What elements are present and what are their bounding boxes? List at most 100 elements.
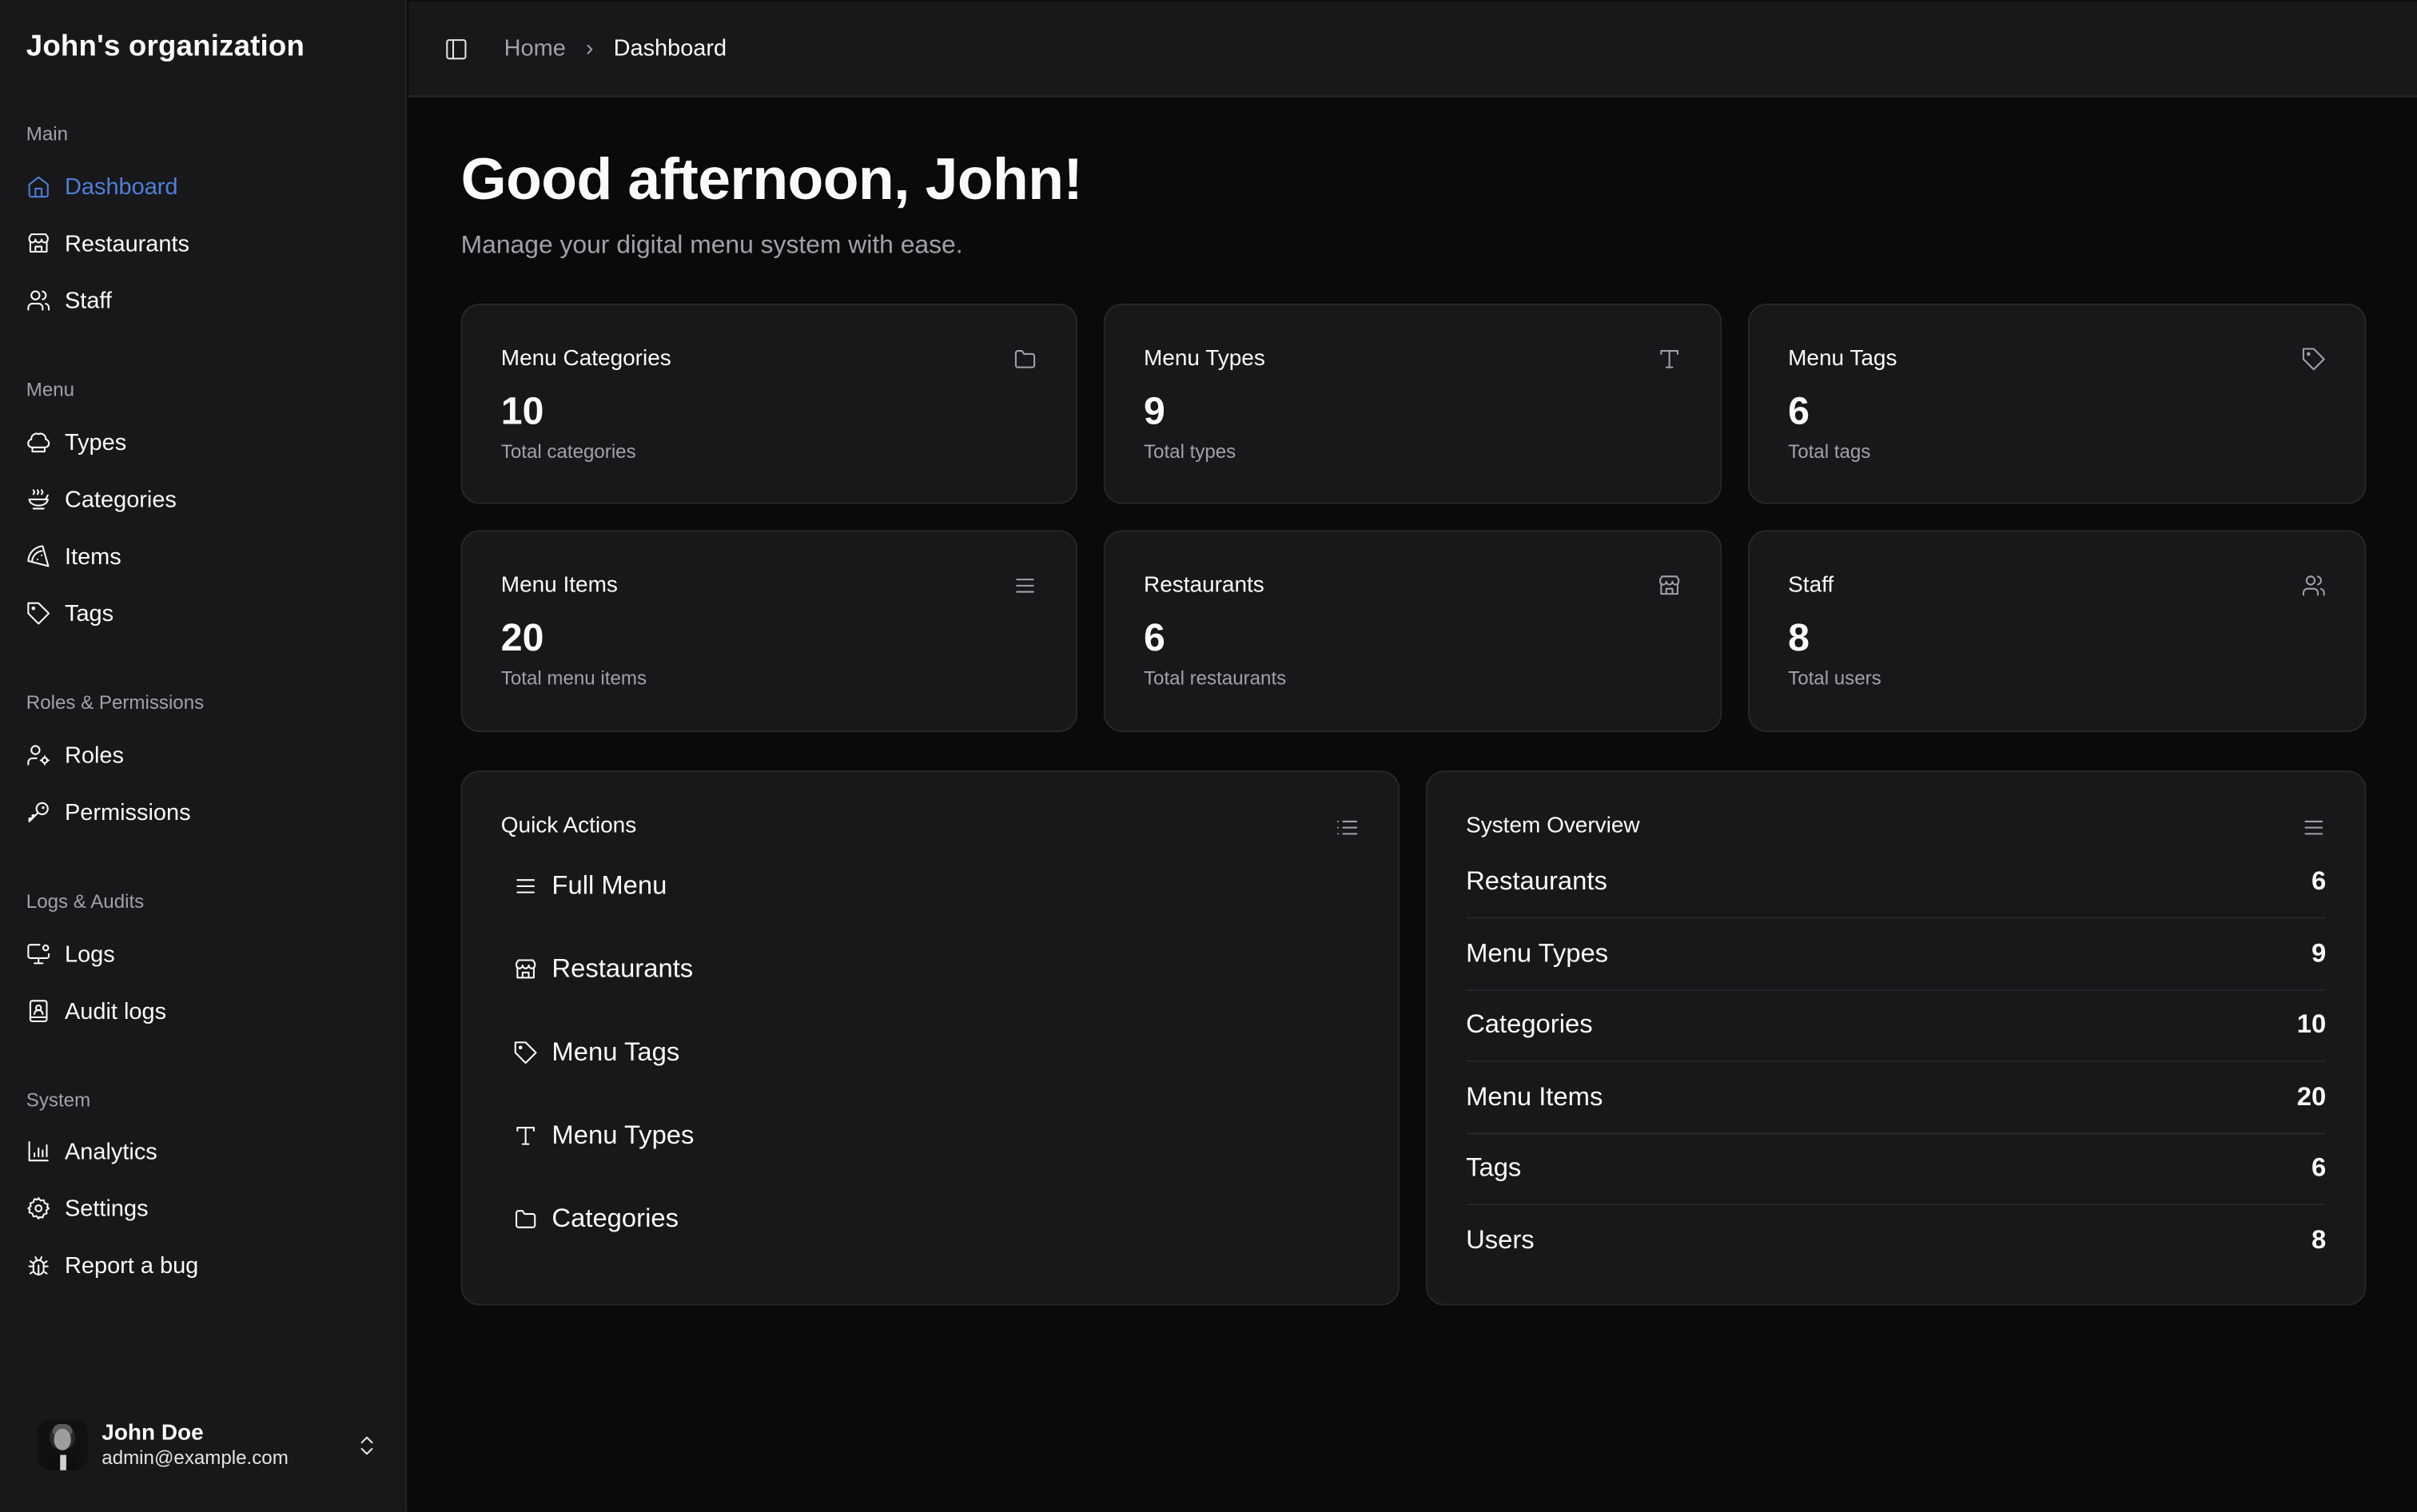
stat-card-restaurants[interactable]: Restaurants 6 Total restaurants xyxy=(1103,530,1722,733)
stat-title: Restaurants xyxy=(1143,573,1264,599)
overview-label: Menu Types xyxy=(1466,938,1609,969)
quick-action-label: Restaurants xyxy=(551,953,694,984)
sidebar-item-label: Audit logs xyxy=(64,997,167,1025)
overview-label: Tags xyxy=(1466,1152,1522,1183)
soup-icon xyxy=(26,487,51,511)
folder-icon xyxy=(513,1207,538,1231)
store-icon xyxy=(513,957,538,982)
overview-row: Categories 10 xyxy=(1466,1009,2327,1062)
overview-row: Menu Items 20 xyxy=(1466,1081,2327,1135)
sidebar-item-analytics[interactable]: Analytics xyxy=(26,1134,157,1168)
sidebar-item-restaurants[interactable]: Restaurants xyxy=(26,226,189,260)
quick-action-label: Categories xyxy=(551,1204,679,1233)
organization-name[interactable]: John's organization xyxy=(26,31,305,65)
user-menu[interactable]: John Doe admin@example.com xyxy=(37,1419,379,1470)
list-icon xyxy=(1335,815,1360,840)
quick-action-label: Menu Types xyxy=(551,1120,695,1150)
sidebar-item-staff[interactable]: Staff xyxy=(26,284,112,317)
chevrons-up-down-icon[interactable] xyxy=(355,1433,380,1458)
store-icon xyxy=(26,231,51,256)
sidebar-item-label: Items xyxy=(64,543,121,570)
quick-action-full-menu[interactable]: Full Menu xyxy=(513,871,667,902)
stat-value: 8 xyxy=(1788,616,1810,660)
sidebar-item-report-bug[interactable]: Report a bug xyxy=(26,1248,198,1282)
overview-row: Menu Types 9 xyxy=(1466,938,2327,992)
settings-icon xyxy=(26,1196,51,1221)
sidebar-item-label: Dashboard xyxy=(64,173,178,200)
quick-action-menu-tags[interactable]: Menu Tags xyxy=(513,1037,679,1068)
sidebar-item-label: Logs xyxy=(64,941,115,968)
top-bar: Home › Dashboard xyxy=(408,1,2417,97)
breadcrumb-home-link[interactable]: Home xyxy=(504,35,566,62)
sidebar-toggle-icon[interactable] xyxy=(444,37,468,62)
stat-subtitle: Total categories xyxy=(500,440,636,463)
user-cog-icon xyxy=(26,743,51,768)
sidebar-item-permissions[interactable]: Permissions xyxy=(26,795,191,829)
type-icon xyxy=(513,1124,538,1148)
stat-card-menu-items[interactable]: Menu Items 20 Total menu items xyxy=(460,530,1078,733)
stat-title: Menu Tags xyxy=(1788,346,1897,372)
overview-value: 20 xyxy=(2296,1081,2327,1112)
breadcrumb: Home › Dashboard xyxy=(504,35,727,62)
menu-icon xyxy=(1013,573,1037,598)
menu-icon xyxy=(2301,815,2326,840)
sidebar-item-dashboard[interactable]: Dashboard xyxy=(26,169,178,203)
stat-card-menu-categories[interactable]: Menu Categories 10 Total categories xyxy=(460,303,1078,504)
stat-card-staff[interactable]: Staff 8 Total users xyxy=(1747,530,2367,733)
overview-label: Menu Items xyxy=(1466,1081,1603,1112)
stat-value: 9 xyxy=(1143,389,1165,433)
sidebar: John's organization Main Dashboard Resta… xyxy=(0,0,408,1512)
sidebar-item-roles[interactable]: Roles xyxy=(26,738,124,772)
overview-label: Users xyxy=(1466,1225,1535,1255)
stat-card-menu-tags[interactable]: Menu Tags 6 Total tags xyxy=(1747,303,2367,504)
bug-icon xyxy=(26,1253,51,1278)
sidebar-item-label: Settings xyxy=(64,1195,149,1222)
quick-action-label: Full Menu xyxy=(551,870,667,901)
avatar xyxy=(37,1419,88,1470)
tag-icon xyxy=(513,1040,538,1065)
pizza-icon xyxy=(26,544,51,569)
quick-actions-title: Quick Actions xyxy=(500,814,637,839)
nav-group-label-logs: Logs & Audits xyxy=(26,890,145,913)
sidebar-item-label: Analytics xyxy=(64,1138,157,1165)
monitor-cog-icon xyxy=(26,941,51,966)
stat-subtitle: Total types xyxy=(1143,440,1236,463)
overview-value: 6 xyxy=(2311,1152,2327,1183)
sidebar-item-categories[interactable]: Categories xyxy=(26,483,177,516)
overview-row: Restaurants 6 xyxy=(1466,865,2327,919)
sidebar-item-label: Types xyxy=(64,429,127,456)
book-user-icon xyxy=(26,999,51,1024)
sidebar-item-audit-logs[interactable]: Audit logs xyxy=(26,994,166,1028)
sidebar-item-label: Tags xyxy=(64,600,114,627)
sidebar-item-settings[interactable]: Settings xyxy=(26,1192,149,1225)
stat-title: Menu Items xyxy=(500,573,618,599)
key-icon xyxy=(26,800,51,825)
users-icon xyxy=(2301,573,2326,598)
page-title: Good afternoon, John! xyxy=(460,148,1083,213)
overview-label: Restaurants xyxy=(1466,865,1607,896)
stat-value: 20 xyxy=(500,616,544,660)
menu-icon xyxy=(513,873,538,898)
overview-label: Categories xyxy=(1466,1009,1593,1039)
sidebar-item-types[interactable]: Types xyxy=(26,425,126,459)
stat-value: 6 xyxy=(1788,389,1810,433)
sidebar-item-label: Categories xyxy=(64,486,177,513)
sidebar-item-items[interactable]: Items xyxy=(26,539,121,573)
sidebar-item-label: Permissions xyxy=(64,798,191,826)
breadcrumb-separator: › xyxy=(585,35,594,62)
quick-action-categories[interactable]: Categories xyxy=(513,1204,679,1235)
sidebar-item-tags[interactable]: Tags xyxy=(26,596,113,630)
sidebar-item-label: Restaurants xyxy=(64,230,189,257)
overview-row: Tags 6 xyxy=(1466,1152,2327,1206)
stat-title: Menu Types xyxy=(1143,346,1265,372)
stat-card-menu-types[interactable]: Menu Types 9 Total types xyxy=(1103,303,1722,504)
quick-action-menu-types[interactable]: Menu Types xyxy=(513,1120,694,1152)
quick-action-restaurants[interactable]: Restaurants xyxy=(513,954,693,985)
tag-icon xyxy=(2301,347,2326,372)
quick-actions-panel: Quick Actions Full Menu Restaurants Menu… xyxy=(460,770,1400,1306)
overview-value: 9 xyxy=(2311,938,2327,969)
store-icon xyxy=(1657,573,1682,598)
sidebar-item-logs[interactable]: Logs xyxy=(26,937,115,971)
bar-chart-icon xyxy=(26,1139,51,1164)
breadcrumb-current: Dashboard xyxy=(613,35,727,62)
